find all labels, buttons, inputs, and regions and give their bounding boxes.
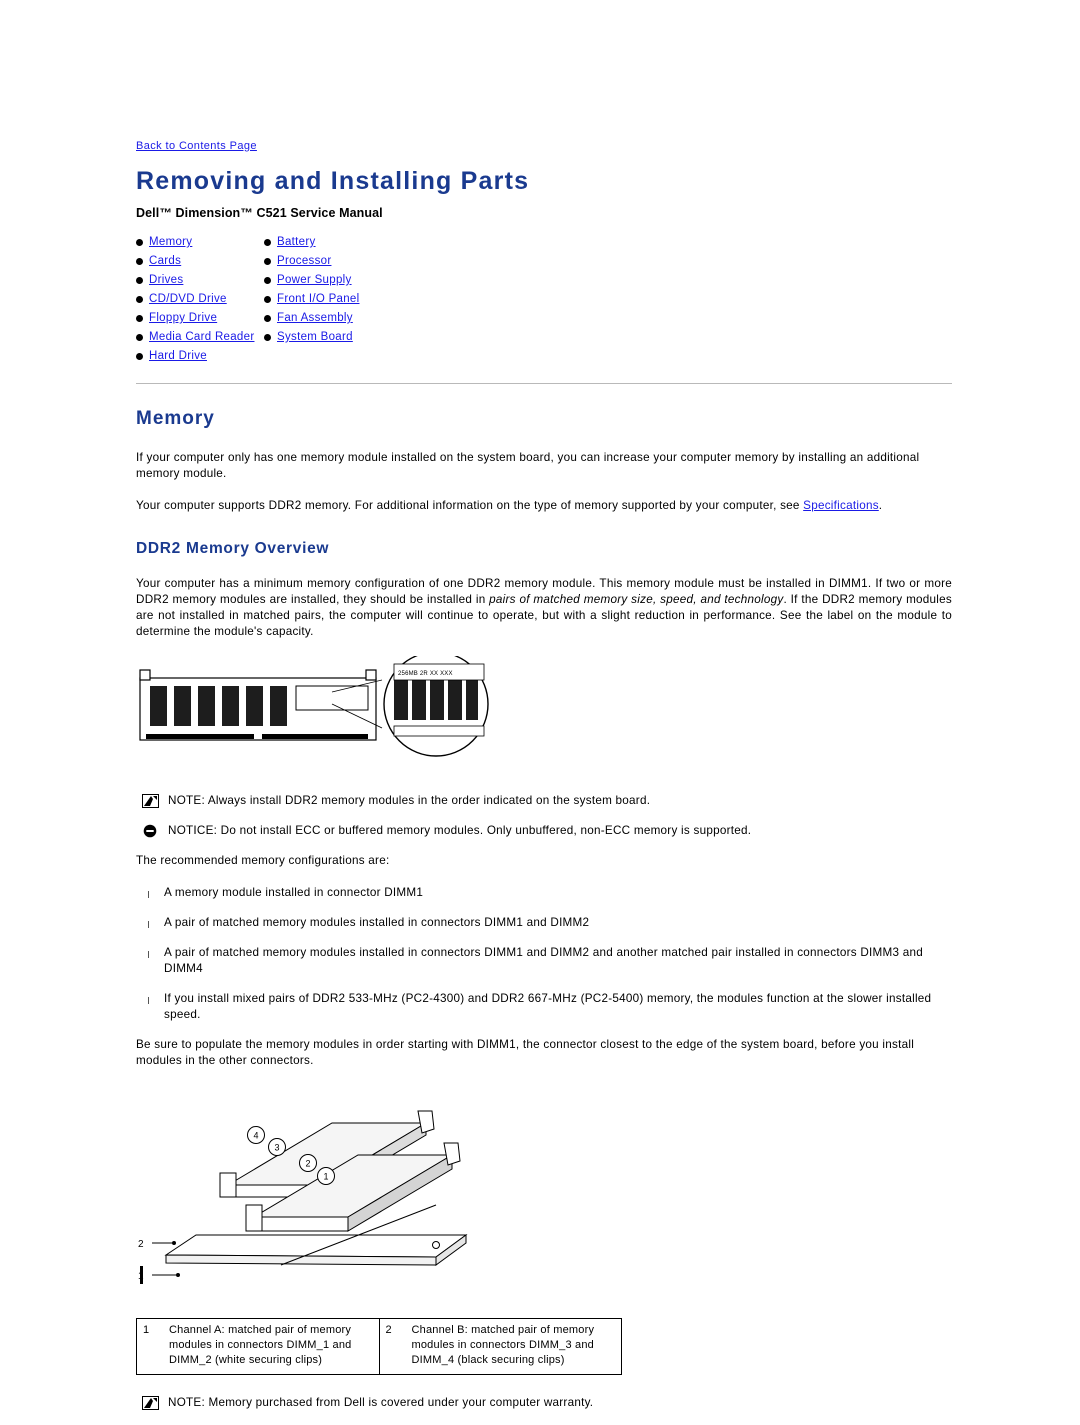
note-icon <box>142 794 159 808</box>
page-title: Removing and Installing Parts <box>136 167 530 195</box>
note-memory-warranty: NOTE: Memory purchased from Dell is cove… <box>136 1395 952 1411</box>
list-item: A pair of matched memory modules install… <box>136 915 952 931</box>
divider <box>136 383 952 384</box>
bullet-icon <box>264 239 271 246</box>
toc-item-cards[interactable]: Cards <box>136 253 264 270</box>
list-item: A memory module installed in connector D… <box>136 885 952 901</box>
legend-desc-2: Channel B: matched pair of memory module… <box>405 1318 622 1375</box>
specifications-link[interactable]: Specifications <box>803 499 879 512</box>
legend-callout-2: 2 <box>138 1239 144 1250</box>
toc-link-power-supply[interactable]: Power Supply <box>277 272 352 289</box>
bullet-icon <box>264 315 271 322</box>
figure-memory-connectors: 4 3 2 1 2 1 <box>136 1085 952 1300</box>
legend-number-2: 2 <box>378 1318 406 1375</box>
document-content: Back to Contents Page Removing and Insta… <box>136 136 952 1425</box>
toc-item-memory[interactable]: Memory <box>136 234 264 251</box>
toc-link-drives[interactable]: Drives <box>149 272 183 289</box>
note-install-order: NOTE: Always install DDR2 memory modules… <box>136 793 952 809</box>
toc-link-cd-dvd-drive[interactable]: CD/DVD Drive <box>149 291 227 308</box>
note-icon <box>142 1396 159 1410</box>
toc-item-system-board[interactable]: System Board <box>264 329 952 346</box>
toc-item-processor[interactable]: Processor <box>264 253 952 270</box>
memory-paragraph-2: Your computer supports DDR2 memory. For … <box>136 498 952 514</box>
ddr2-overview-emphasis: pairs of matched memory size, speed, and… <box>489 593 784 606</box>
toc-item-battery[interactable]: Battery <box>264 234 952 251</box>
toc-link-media-card-reader[interactable]: Media Card Reader <box>149 329 254 346</box>
subsection-heading-ddr2-overview: DDR2 Memory Overview <box>136 540 330 557</box>
list-item: A pair of matched memory modules install… <box>136 945 952 977</box>
bullet-icon <box>136 296 143 303</box>
toc-link-processor[interactable]: Processor <box>277 253 331 270</box>
figure-legend-table: 1 Channel A: matched pair of memory modu… <box>136 1318 622 1375</box>
toc-link-memory[interactable]: Memory <box>149 234 192 251</box>
toc-item-fan-assembly[interactable]: Fan Assembly <box>264 310 952 327</box>
toc-item-front-io-panel[interactable]: Front I/O Panel <box>264 291 952 308</box>
figure-memory-module: 256MB 2R XX XXX <box>136 651 952 781</box>
recommended-configs-intro: The recommended memory configurations ar… <box>136 854 390 867</box>
toc-link-cards[interactable]: Cards <box>149 253 181 270</box>
note-memory-warranty-text: NOTE: Memory purchased from Dell is cove… <box>168 1396 594 1409</box>
populate-order-paragraph: Be sure to populate the memory modules i… <box>136 1038 915 1067</box>
module-capacity-label: 256MB 2R XX XXX <box>398 671 453 677</box>
notice-ecc-memory-text: NOTICE: Do not install ECC or buffered m… <box>168 824 752 837</box>
toc-link-fan-assembly[interactable]: Fan Assembly <box>277 310 353 327</box>
bullet-icon <box>136 277 143 284</box>
toc-link-system-board[interactable]: System Board <box>277 329 353 346</box>
memory-paragraph-1: If your computer only has one memory mod… <box>136 451 920 480</box>
toc-link-floppy-drive[interactable]: Floppy Drive <box>149 310 217 327</box>
bullet-icon <box>264 334 271 341</box>
notice-ecc-memory: NOTICE: Do not install ECC or buffered m… <box>136 823 952 839</box>
toc-item-drives[interactable]: Drives <box>136 272 264 289</box>
notice-icon <box>142 824 159 838</box>
list-item: If you install mixed pairs of DDR2 533-M… <box>136 991 952 1023</box>
toc-item-hard-drive[interactable]: Hard Drive <box>136 348 264 365</box>
callout-1: 1 <box>323 1172 328 1182</box>
memory-connectors-illustration: 4 3 2 1 2 1 <box>138 1110 468 1284</box>
bullet-icon <box>136 315 143 322</box>
legend-number-1: 1 <box>136 1318 163 1375</box>
recommended-configs-list: A memory module installed in connector D… <box>136 885 952 1023</box>
bullet-icon <box>264 258 271 265</box>
toc-item-floppy-drive[interactable]: Floppy Drive <box>136 310 264 327</box>
legend-desc-1: Channel A: matched pair of memory module… <box>163 1318 380 1375</box>
bullet-icon <box>136 353 143 360</box>
bullet-icon <box>264 277 271 284</box>
bullet-icon <box>136 334 143 341</box>
memory-paragraph-2-after: . <box>878 499 883 512</box>
document-page: Back to Contents Page Removing and Insta… <box>0 0 1080 1410</box>
table-row: 1 Channel A: matched pair of memory modu… <box>136 1318 622 1375</box>
toc-link-battery[interactable]: Battery <box>277 234 316 251</box>
toc-item-power-supply[interactable]: Power Supply <box>264 272 952 289</box>
ddr2-overview-paragraph: Your computer has a minimum memory confi… <box>136 576 952 640</box>
callout-2: 2 <box>305 1159 310 1169</box>
bullet-icon <box>136 258 143 265</box>
toc-link-front-io-panel[interactable]: Front I/O Panel <box>277 291 359 308</box>
section-heading-memory: Memory <box>136 408 215 429</box>
bullet-icon <box>136 239 143 246</box>
toc-item-media-card-reader[interactable]: Media Card Reader <box>136 329 264 346</box>
memory-paragraph-2-before: Your computer supports DDR2 memory. For … <box>136 499 804 512</box>
page-subtitle: Dell™ Dimension™ C521 Service Manual <box>136 206 383 220</box>
callout-4: 4 <box>253 1131 258 1141</box>
note-install-order-text: NOTE: Always install DDR2 memory modules… <box>168 794 651 807</box>
bullet-icon <box>264 296 271 303</box>
memory-module-illustration: 256MB 2R XX XXX <box>139 651 489 757</box>
toc-item-cd-dvd-drive[interactable]: CD/DVD Drive <box>136 291 264 308</box>
toc-link-hard-drive[interactable]: Hard Drive <box>149 348 207 365</box>
table-of-contents: Memory Battery Cards Processor Drives Po… <box>136 234 952 365</box>
callout-3: 3 <box>274 1143 279 1153</box>
back-to-contents-link[interactable]: Back to Contents Page <box>136 140 257 152</box>
